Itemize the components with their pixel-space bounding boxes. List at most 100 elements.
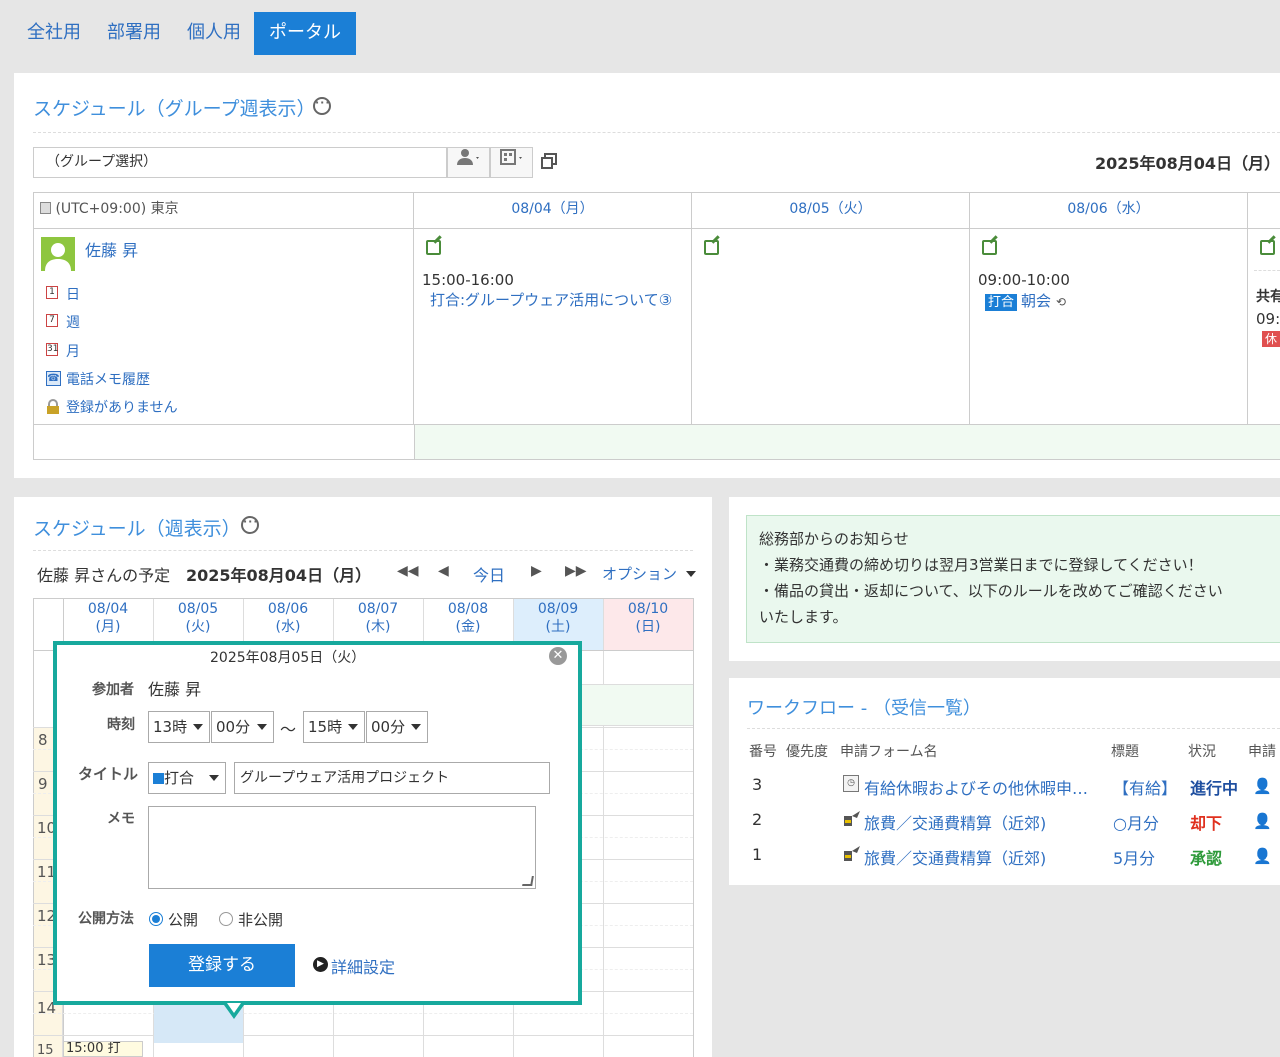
column-header[interactable]: 標題 — [1111, 741, 1139, 761]
next-week-icon[interactable]: ▶▶ — [565, 563, 587, 579]
workflow-title[interactable]: ワークフロー - （受信一覧） — [747, 694, 981, 720]
memo-textarea[interactable] — [148, 806, 536, 889]
day-column-header[interactable]: 08/07 (木) — [333, 600, 423, 636]
form-name-link[interactable]: 有給休暇およびその他休暇申… — [864, 775, 1088, 799]
day-cell[interactable] — [970, 229, 1248, 425]
option-menu[interactable]: オプション — [602, 563, 696, 584]
no-registration-link[interactable]: 登録がありません — [66, 397, 178, 417]
chevron-right-circle-icon: ▶ — [313, 957, 328, 972]
travel-form-icon — [843, 810, 861, 827]
column-header[interactable]: 優先度 — [786, 741, 828, 761]
week-schedule-title[interactable]: スケジュール（週表示） — [33, 514, 241, 541]
prev-week-icon[interactable]: ◀◀ — [397, 563, 419, 579]
bottom-event[interactable]: 15:00 打 — [63, 1041, 143, 1057]
column-header[interactable]: 申請フォーム名 — [840, 741, 938, 761]
phone-icon: ☎ — [46, 371, 61, 386]
tab-personal[interactable]: 個人用 — [174, 12, 254, 55]
day-header[interactable] — [1248, 193, 1280, 229]
tab-company[interactable]: 全社用 — [14, 12, 94, 55]
event-time: 09: — [1256, 310, 1280, 328]
register-button[interactable]: 登録する — [149, 944, 295, 987]
event-title-link[interactable]: 打合 朝会 ⟲ — [985, 290, 1066, 311]
day-column-header[interactable]: 08/04 (月) — [63, 600, 153, 636]
start-hour-select[interactable]: 13時 — [148, 711, 210, 743]
category-select[interactable]: 打合 — [148, 762, 226, 794]
next-day-icon[interactable]: ▶ — [531, 563, 542, 579]
start-minute-select[interactable]: 00分 — [211, 711, 274, 743]
add-event-icon[interactable] — [426, 240, 441, 255]
private-radio[interactable] — [219, 912, 233, 926]
day-header[interactable]: 08/04（月） — [414, 193, 692, 229]
column-header[interactable]: 状況 — [1188, 741, 1216, 761]
hour-label: 15 — [37, 1043, 54, 1057]
subject-link[interactable]: 5月分 — [1113, 845, 1155, 869]
end-minute-select[interactable]: 00分 — [366, 711, 428, 743]
form-name-link[interactable]: 旅費／交通費精算（近郊) — [864, 810, 1046, 834]
column-header[interactable]: 番号 — [749, 741, 777, 761]
divider — [33, 550, 693, 551]
form-name-link[interactable]: 旅費／交通費精算（近郊) — [864, 845, 1046, 869]
day-column-header[interactable]: 08/09 (土) — [513, 600, 603, 636]
end-hour-select[interactable]: 15時 — [303, 711, 365, 743]
public-label[interactable]: 公開 — [168, 909, 198, 930]
detail-settings-link[interactable]: 詳細設定 — [331, 954, 395, 978]
facility-icon — [499, 149, 522, 165]
status-rejected: 却下 — [1190, 814, 1223, 833]
event-title-link[interactable]: 打合:グループウェア活用について③ — [430, 289, 672, 310]
day-header[interactable]: 08/06（水） — [970, 193, 1248, 229]
more-options-icon[interactable]: ··· — [313, 97, 331, 115]
title-label: タイトル — [78, 765, 139, 783]
notice-line: ・備品の貸出・返却について、以下のルールを改めてご確認ください — [759, 582, 1223, 600]
tab-portal[interactable]: ポータル — [254, 12, 356, 55]
more-options-icon[interactable]: ··· — [241, 516, 259, 534]
prev-day-icon[interactable]: ◀ — [438, 563, 449, 579]
row-number: 2 — [752, 810, 763, 829]
day-column-header[interactable]: 08/06 (水) — [243, 600, 333, 636]
time-label: 時刻 — [107, 717, 135, 733]
week-view-link[interactable]: 週 — [66, 312, 80, 332]
tab-department[interactable]: 部署用 — [94, 12, 174, 55]
row-number: 1 — [752, 845, 763, 864]
add-event-icon[interactable] — [982, 240, 997, 255]
status-progress: 進行中 — [1190, 779, 1239, 798]
all-day-row[interactable] — [582, 684, 693, 726]
day-column-header[interactable]: 08/08 (金) — [423, 600, 513, 636]
day-column-header[interactable]: 08/05 (火) — [153, 600, 243, 636]
schedule-owner: 佐藤 昇さんの予定 — [37, 566, 171, 585]
close-icon[interactable]: ✕ — [549, 647, 567, 665]
all-day-row[interactable] — [414, 425, 1280, 459]
user-name-link[interactable]: 佐藤 昇 — [85, 237, 138, 261]
month-calendar-icon: 31 — [46, 343, 59, 356]
group-select[interactable]: （グループ選択） — [33, 147, 447, 178]
day-header[interactable]: 08/05（火） — [692, 193, 970, 229]
day-view-link[interactable]: 日 — [66, 284, 80, 304]
day-cell[interactable] — [692, 229, 970, 425]
title-input[interactable]: グループウェア活用プロジェクト — [234, 762, 550, 794]
participant-label: 参加者 — [92, 682, 134, 698]
travel-form-icon — [843, 845, 861, 862]
participant-value: 佐藤 昇 — [148, 680, 202, 699]
popup-date: 2025年08月05日（火） — [210, 650, 366, 666]
resize-handle-icon[interactable] — [522, 876, 534, 886]
subject-link[interactable]: 【有給】 — [1113, 775, 1177, 799]
group-week-table: (UTC+09:00) 東京 08/04（月） 08/05（火） 08/06（水… — [33, 192, 1280, 460]
group-schedule-title[interactable]: スケジュール（グループ週表示） — [33, 94, 316, 121]
facility-select-button[interactable] — [490, 147, 533, 178]
day-column-header[interactable]: 08/10 (日) — [603, 600, 693, 636]
today-link[interactable]: 今日 — [473, 562, 505, 586]
lock-icon — [45, 399, 61, 414]
day-cell[interactable] — [414, 229, 692, 425]
public-radio[interactable] — [149, 912, 163, 926]
phone-memo-history-link[interactable]: 電話メモ履歴 — [66, 369, 150, 389]
subject-link[interactable]: ○月分 — [1113, 810, 1159, 834]
add-event-icon[interactable] — [704, 240, 719, 255]
popout-icon[interactable] — [541, 153, 557, 169]
user-select-button[interactable] — [447, 147, 490, 178]
time-separator: ～ — [280, 720, 297, 739]
private-label[interactable]: 非公開 — [238, 909, 283, 930]
add-event-icon[interactable] — [1260, 240, 1275, 255]
repeat-icon: ⟲ — [1055, 295, 1066, 309]
column-header[interactable]: 申請 — [1248, 741, 1276, 761]
month-view-link[interactable]: 月 — [66, 341, 80, 361]
user-icon: 👤 — [1253, 812, 1272, 830]
